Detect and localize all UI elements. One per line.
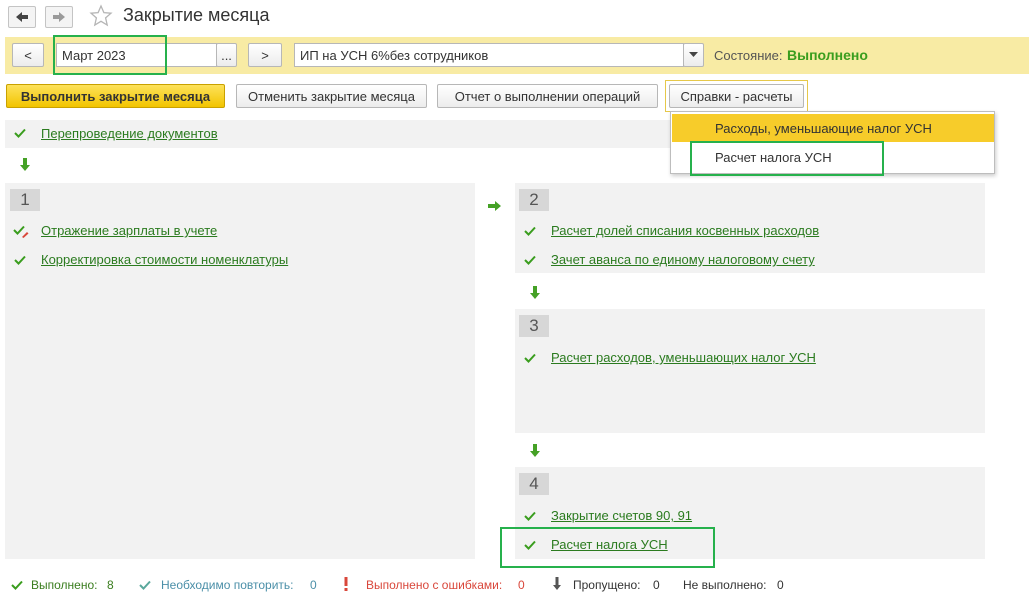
repost-documents-link[interactable]: Перепроведение документов: [41, 126, 218, 141]
prev-period-button[interactable]: <: [12, 43, 44, 67]
check-icon: [11, 580, 23, 590]
organization-field[interactable]: ИП на УСН 6%без сотрудников: [294, 43, 684, 67]
menu-item-usn-expenses[interactable]: Расходы, уменьшающие налог УСН: [672, 114, 994, 142]
arrow-down-icon: [530, 286, 540, 299]
arrow-left-icon: [16, 12, 28, 22]
organization-dropdown-button[interactable]: [683, 43, 704, 67]
check-icon: [14, 255, 26, 265]
check-icon: [524, 226, 536, 236]
check-icon: [524, 255, 536, 265]
step-usn-tax-link[interactable]: Расчет налога УСН: [551, 537, 668, 552]
star-icon[interactable]: [89, 4, 113, 28]
legend-errors-label: Выполнено с ошибками:: [366, 578, 503, 592]
forward-button[interactable]: [45, 6, 73, 28]
page-title: Закрытие месяца: [123, 5, 270, 25]
group-2-number: 2: [519, 189, 549, 211]
check-warning-icon: [13, 225, 29, 238]
legend-done-count: 8: [107, 578, 114, 592]
legend-repeat-label: Необходимо повторить:: [161, 578, 294, 592]
check-icon: [524, 511, 536, 521]
legend-repeat-count: 0: [310, 578, 317, 592]
step-advance-offset-link[interactable]: Зачет аванса по единому налоговому счету: [551, 252, 815, 267]
check-icon: [524, 540, 536, 550]
group-1-number: 1: [10, 189, 40, 211]
legend-skipped-count: 0: [653, 578, 660, 592]
step-close-accounts-link[interactable]: Закрытие счетов 90, 91: [551, 508, 692, 523]
arrow-down-icon: [530, 444, 540, 457]
exclamation-icon: [344, 577, 348, 591]
menu-item-usn-tax[interactable]: Расчет налога УСН: [672, 143, 994, 171]
check-icon: [14, 128, 26, 138]
run-close-month-button[interactable]: Выполнить закрытие месяца: [6, 84, 225, 108]
arrow-right-icon: [488, 201, 501, 211]
cancel-close-month-button[interactable]: Отменить закрытие месяца: [236, 84, 427, 108]
period-field[interactable]: Март 2023: [56, 43, 217, 67]
check-icon: [524, 353, 536, 363]
step-usn-expenses-link[interactable]: Расчет расходов, уменьшающих налог УСН: [551, 350, 816, 365]
status-label: Состояние:: [714, 48, 783, 63]
arrow-down-icon: [20, 158, 30, 171]
step-indirect-costs-link[interactable]: Расчет долей списания косвенных расходов: [551, 223, 819, 238]
group-4-number: 4: [519, 473, 549, 495]
status-value: Выполнено: [787, 47, 868, 63]
operations-report-button[interactable]: Отчет о выполнении операций: [437, 84, 658, 108]
legend-skipped-label: Пропущено:: [573, 578, 641, 592]
step-salary-link[interactable]: Отражение зарплаты в учете: [41, 223, 217, 238]
next-period-button[interactable]: >: [248, 43, 282, 67]
group-1-panel: [5, 183, 475, 559]
legend-not-done-count: 0: [777, 578, 784, 592]
reports-menu-button[interactable]: Справки - расчеты: [669, 84, 804, 108]
legend-done-label: Выполнено:: [31, 578, 98, 592]
chevron-down-icon: [689, 52, 698, 57]
check-repeat-icon: [139, 580, 151, 590]
legend-not-done-label: Не выполнено:: [683, 578, 767, 592]
step-cost-adjust-link[interactable]: Корректировка стоимости номенклатуры: [41, 252, 288, 267]
legend-errors-count: 0: [518, 578, 525, 592]
back-button[interactable]: [8, 6, 36, 28]
group-3-number: 3: [519, 315, 549, 337]
period-select-button[interactable]: ...: [216, 43, 237, 67]
group-3-panel: [515, 309, 985, 433]
reports-dropdown-menu: Расходы, уменьшающие налог УСН Расчет на…: [670, 111, 995, 174]
arrow-right-icon: [53, 12, 65, 22]
arrow-down-icon: [553, 577, 561, 590]
